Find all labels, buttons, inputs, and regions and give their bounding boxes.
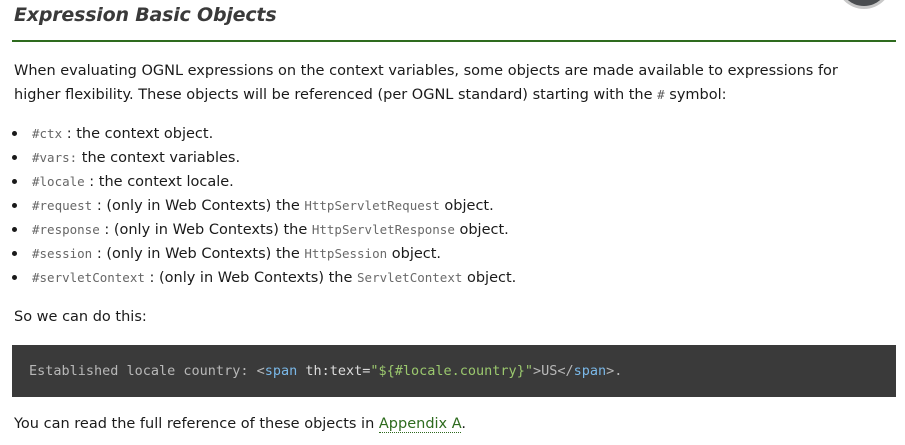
intro-text-end: symbol: bbox=[664, 87, 727, 103]
object-type: HttpServletRequest bbox=[304, 198, 440, 213]
hash-symbol-code: # bbox=[657, 87, 665, 102]
code-tag-close: span bbox=[573, 363, 607, 379]
separator: : bbox=[99, 222, 114, 238]
object-key: #request bbox=[32, 198, 93, 213]
example-lead-in: So we can do this: bbox=[14, 309, 147, 325]
list-item: #request : (only in Web Contexts) the Ht… bbox=[0, 194, 516, 218]
separator: : bbox=[84, 174, 99, 190]
list-item: #vars: the context variables. bbox=[0, 146, 516, 170]
list-item: #servletContext : (only in Web Contexts)… bbox=[0, 266, 516, 290]
code-prefix: Established locale country: bbox=[29, 363, 257, 379]
appendix-a-link[interactable]: Appendix A bbox=[378, 416, 462, 433]
separator: : bbox=[62, 126, 77, 142]
object-description-end: object. bbox=[387, 246, 442, 262]
object-key: #ctx bbox=[32, 126, 63, 141]
code-attribute-value: "${#locale.country}" bbox=[370, 363, 533, 379]
object-description: the context variables. bbox=[81, 150, 241, 166]
reference-end: . bbox=[461, 416, 467, 432]
object-key: #servletContext bbox=[32, 270, 145, 285]
code-suffix: >. bbox=[606, 363, 623, 379]
separator: : bbox=[92, 198, 107, 214]
reference-text: You can read the full reference of these… bbox=[14, 416, 379, 432]
reference-paragraph: You can read the full reference of these… bbox=[14, 413, 466, 435]
code-attribute: th:text= bbox=[297, 363, 371, 379]
object-description: (only in Web Contexts) the bbox=[113, 222, 312, 238]
object-description-end: object. bbox=[462, 270, 517, 286]
bullet-icon bbox=[12, 155, 17, 160]
list-item: #response : (only in Web Contexts) the H… bbox=[0, 218, 516, 242]
intro-paragraph: When evaluating OGNL expressions on the … bbox=[14, 60, 884, 107]
object-description: the context locale. bbox=[98, 174, 234, 190]
basic-objects-list: #ctx : the context object. #vars: the co… bbox=[0, 122, 516, 290]
bullet-icon bbox=[12, 227, 17, 232]
object-description: (only in Web Contexts) the bbox=[106, 198, 305, 214]
bullet-icon bbox=[12, 275, 17, 280]
code-lt: < bbox=[256, 363, 265, 379]
code-tag-open: span bbox=[264, 363, 298, 379]
object-key: #response bbox=[32, 222, 100, 237]
separator: : bbox=[144, 270, 159, 286]
object-description: the context object. bbox=[76, 126, 214, 142]
object-key: #locale bbox=[32, 174, 85, 189]
object-type: HttpServletResponse bbox=[311, 222, 455, 237]
list-item: #locale : the context locale. bbox=[0, 170, 516, 194]
code-example-block: Established locale country: <span th:tex… bbox=[12, 345, 896, 397]
bullet-icon bbox=[12, 131, 17, 136]
object-description-end: object. bbox=[439, 198, 494, 214]
bullet-icon bbox=[12, 251, 17, 256]
object-type: ServletContext bbox=[357, 270, 463, 285]
object-description: (only in Web Contexts) the bbox=[159, 270, 358, 286]
list-item: #ctx : the context object. bbox=[0, 122, 516, 146]
floating-menu-button[interactable] bbox=[839, 0, 889, 6]
object-key: #session bbox=[32, 246, 93, 261]
object-description: (only in Web Contexts) the bbox=[106, 246, 305, 262]
object-type: HttpSession bbox=[304, 246, 388, 261]
list-item: #session : (only in Web Contexts) the Ht… bbox=[0, 242, 516, 266]
section-heading: Expression Basic Objects bbox=[14, 4, 277, 26]
object-description-end: object. bbox=[454, 222, 509, 238]
heading-divider bbox=[12, 40, 896, 42]
separator: : bbox=[92, 246, 107, 262]
bullet-icon bbox=[12, 203, 17, 208]
code-content: >US</ bbox=[532, 363, 574, 379]
bullet-icon bbox=[12, 179, 17, 184]
object-key: #vars: bbox=[32, 150, 78, 165]
